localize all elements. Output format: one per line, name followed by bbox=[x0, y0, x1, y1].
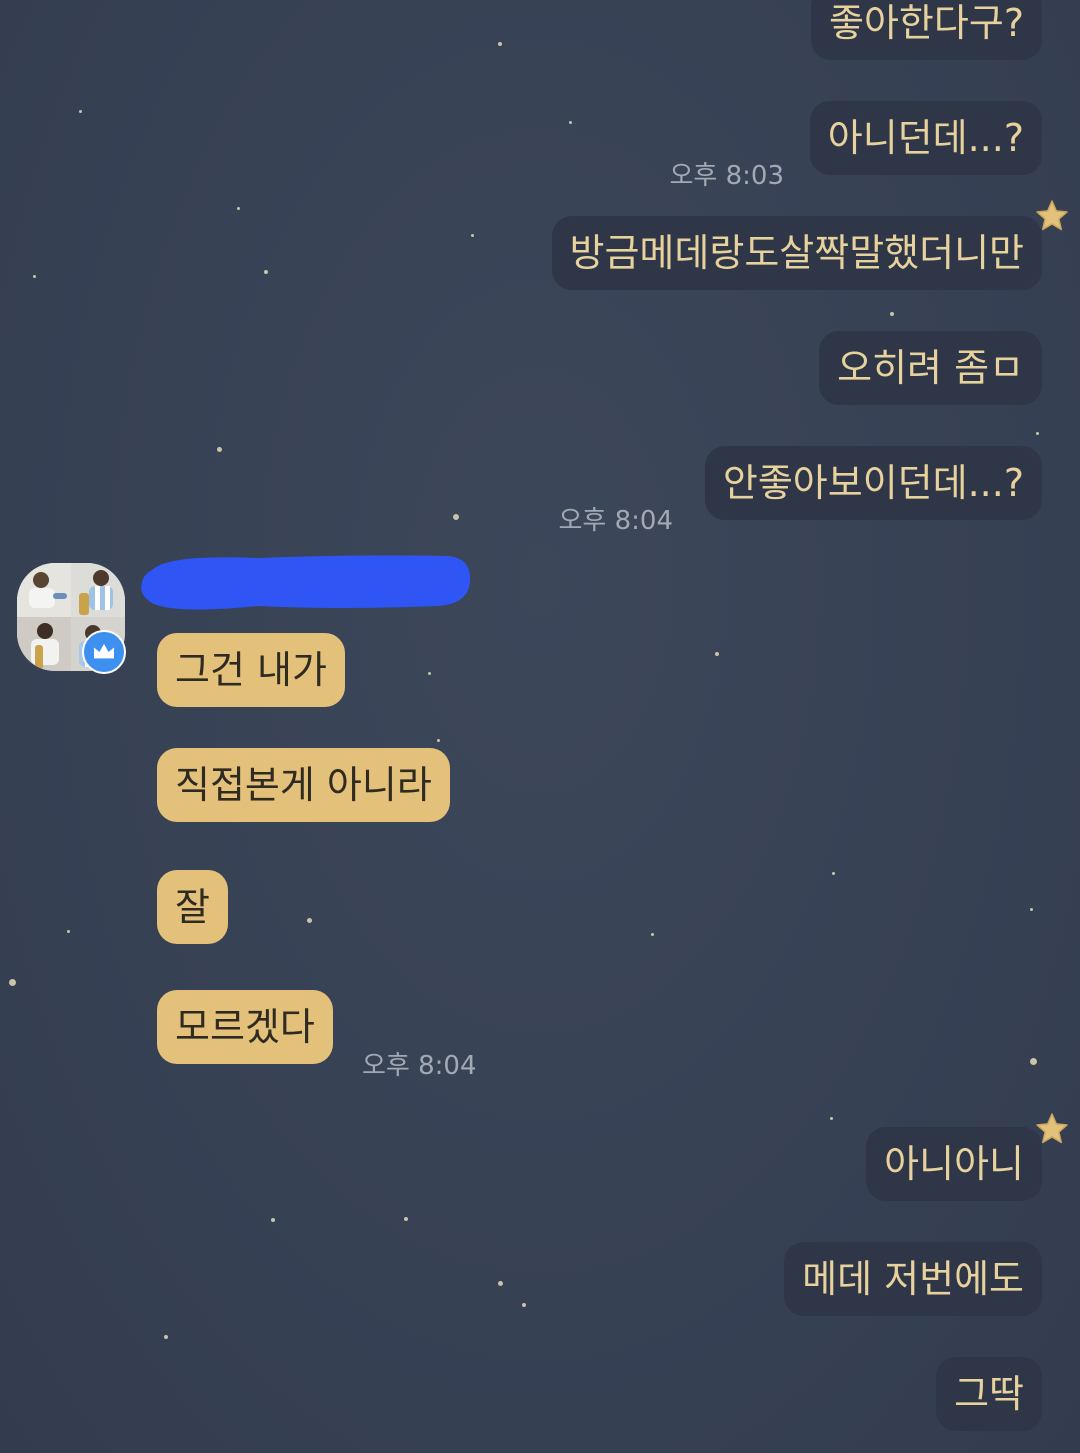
outgoing-message-bubble[interactable]: 안좋아보이던데...? bbox=[704, 446, 1042, 520]
star-icon bbox=[1036, 1113, 1068, 1144]
message-timestamp: 오후 8:03 bbox=[669, 161, 785, 191]
crown-icon bbox=[82, 630, 126, 674]
background-star bbox=[498, 1281, 503, 1286]
background-star bbox=[651, 933, 654, 936]
background-star bbox=[237, 207, 240, 210]
outgoing-message-bubble[interactable]: 아니아니 bbox=[866, 1127, 1042, 1201]
background-star bbox=[79, 110, 82, 113]
background-star bbox=[1030, 908, 1033, 911]
outgoing-message-bubble[interactable]: 그딱 bbox=[936, 1357, 1042, 1431]
sender-name-redaction bbox=[141, 555, 471, 610]
incoming-message-bubble[interactable]: 잘 bbox=[157, 870, 228, 944]
incoming-message-bubble[interactable]: 모르겠다 bbox=[157, 990, 333, 1064]
message-timestamp: 오후 8:04 bbox=[558, 506, 674, 536]
background-star bbox=[715, 652, 719, 656]
background-star bbox=[307, 918, 312, 923]
background-star bbox=[522, 1303, 526, 1307]
profile-photo bbox=[71, 563, 125, 617]
background-star bbox=[67, 930, 70, 933]
background-star bbox=[264, 270, 268, 274]
background-star bbox=[437, 739, 440, 742]
profile-photo bbox=[17, 617, 71, 671]
message-timestamp: 오후 8:04 bbox=[362, 1051, 477, 1081]
background-star bbox=[9, 979, 16, 986]
star-icon bbox=[1036, 200, 1068, 231]
background-star bbox=[217, 447, 222, 452]
background-star bbox=[271, 1218, 275, 1222]
profile-photo bbox=[17, 563, 71, 617]
outgoing-message-bubble[interactable]: 아니던데...? bbox=[809, 101, 1042, 175]
background-star bbox=[164, 1335, 168, 1339]
outgoing-message-bubble[interactable]: 오히려 좀ㅁ bbox=[819, 331, 1042, 405]
background-star bbox=[830, 1117, 833, 1120]
background-star bbox=[404, 1217, 408, 1221]
background-star bbox=[1036, 432, 1039, 435]
outgoing-message-bubble[interactable]: 방금메데랑도살짝말했더니만 bbox=[551, 216, 1042, 290]
background-star bbox=[832, 872, 835, 875]
background-star bbox=[569, 121, 572, 124]
outgoing-message-bubble[interactable]: 메데 저번에도 bbox=[784, 1242, 1042, 1316]
background-star bbox=[33, 275, 36, 278]
background-star bbox=[890, 312, 894, 316]
background-star bbox=[428, 672, 431, 675]
incoming-message-bubble[interactable]: 직접본게 아니라 bbox=[157, 748, 450, 822]
background-star bbox=[471, 234, 474, 237]
chat-room[interactable]: 좋아한다구? 아니던데...? 오후 8:03 방금메데랑도살짝말했더니만 오히… bbox=[0, 0, 1080, 1453]
incoming-message-bubble[interactable]: 그건 내가 bbox=[157, 633, 345, 707]
background-star bbox=[498, 42, 502, 46]
background-star bbox=[453, 514, 459, 520]
outgoing-message-bubble[interactable]: 좋아한다구? bbox=[811, 0, 1042, 60]
background-star bbox=[1030, 1058, 1037, 1065]
